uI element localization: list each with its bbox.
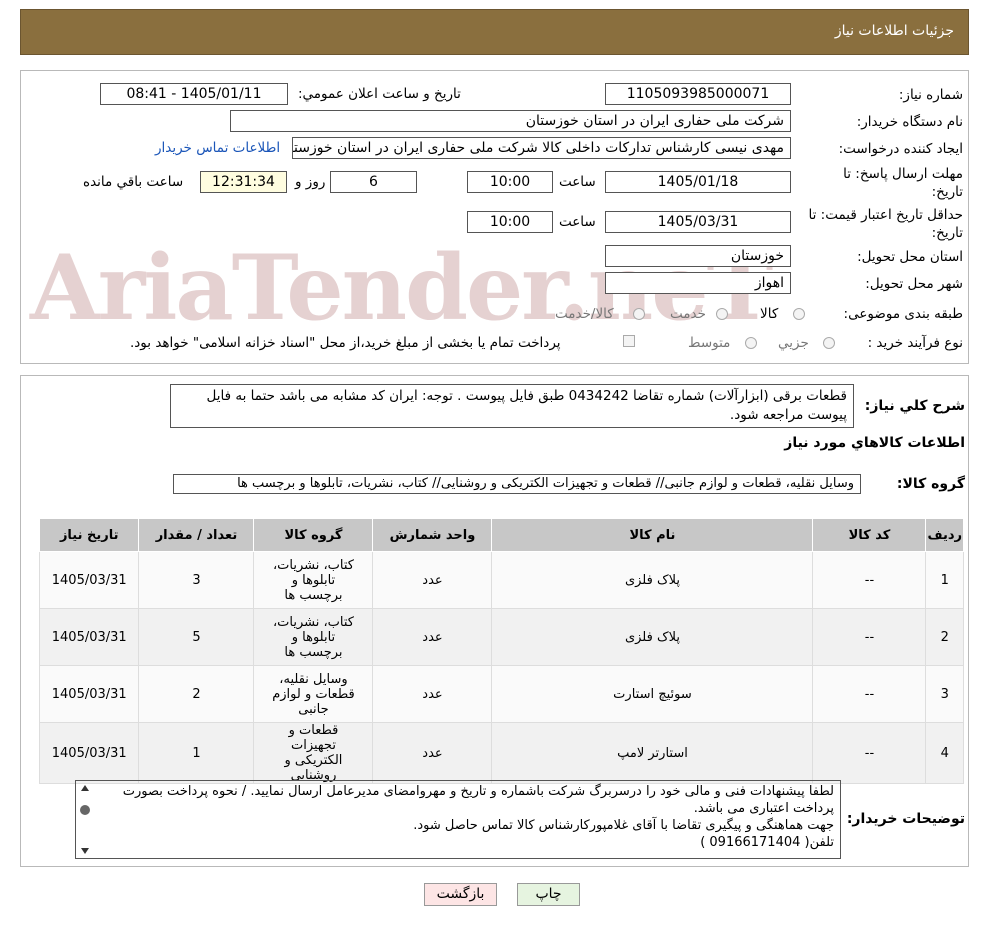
back-button[interactable]: بازگشت [424, 883, 497, 906]
col-row-number: رديف [925, 518, 964, 552]
cell-quantity: 2 [138, 665, 255, 723]
buyer-notes-line: جهت هماهنگی و پیگیری تقاضا با آقای غلامپ… [413, 818, 834, 833]
cell-unit: عدد [372, 665, 493, 723]
cell-row-number: 3 [925, 665, 964, 723]
cell-item-name: پلاک فلزی [491, 608, 814, 666]
category-service-radio[interactable] [716, 308, 728, 320]
buyer-notes-line: تلفن( 09166171404 ) [700, 835, 834, 850]
validity-date-field: 1405/03/31 [605, 211, 791, 233]
cell-row-number: 4 [925, 722, 964, 784]
table-row: 2 -- پلاک فلزی عدد کتاب، نشریات، تابلوها… [38, 608, 964, 666]
table-row: 3 -- سوئیچ استارت عدد وسایل نقلیه، قطعات… [38, 665, 964, 723]
deadline-label: مهلت ارسال پاسخ: تا تاريخ: [843, 166, 963, 200]
table-row: 1 -- پلاک فلزی عدد کتاب، نشریات، تابلوها… [38, 551, 964, 609]
cell-item-name: سوئیچ استارت [491, 665, 814, 723]
deadline-time-field: 10:00 [467, 171, 553, 193]
category-label: طبقه بندی موضوعی: [843, 306, 963, 322]
buyer-notes-label: توضيحات خريدار: [846, 811, 965, 827]
process-minor-radio[interactable] [823, 337, 835, 349]
process-minor-label: جزيي [778, 335, 809, 351]
remaining-time-field: 12:31:34 [200, 171, 287, 193]
cell-group: کتاب، نشریات، تابلوها و برچسب ها [253, 608, 374, 666]
payment-note: پرداخت تمام يا بخشی از مبلغ خريد،از محل … [130, 335, 561, 351]
col-item-name: نام کالا [491, 518, 814, 552]
table-header-row: رديف کد کالا نام کالا واحد شمارش گروه کا… [38, 518, 964, 552]
buyer-notes-line: لطفا پیشنهادات فنی و مالی خود را درسربرگ… [122, 784, 834, 816]
cell-need-date: 1405/03/31 [38, 722, 140, 784]
validity-time-label: ساعت [559, 214, 596, 230]
city-field: اهواز [605, 272, 791, 294]
cell-quantity: 5 [138, 608, 255, 666]
col-group: گروه کالا [253, 518, 374, 552]
deadline-time-label: ساعت [559, 174, 596, 190]
days-field: 6 [330, 171, 417, 193]
cell-group: کتاب، نشریات، تابلوها و برچسب ها [253, 551, 374, 609]
creator-label: ايجاد کننده درخواست: [838, 141, 963, 157]
col-quantity: تعداد / مقدار [138, 518, 255, 552]
category-service-label: خدمت [670, 306, 706, 322]
city-label: شهر محل تحويل: [865, 276, 963, 292]
process-label: نوع فرآيند خريد : [867, 335, 963, 351]
province-field: خوزستان [605, 245, 791, 267]
cell-unit: عدد [372, 608, 493, 666]
buyer-field: شرکت ملی حفاری ایران در استان خوزستان [230, 110, 791, 132]
cell-item-name: استارتر لامپ [491, 722, 814, 784]
need-number-field: 1105093985000071 [605, 83, 791, 105]
need-number-label: شماره نياز: [898, 87, 963, 103]
buyer-notes-textarea[interactable]: لطفا پیشنهادات فنی و مالی خود را درسربرگ… [75, 780, 841, 859]
cell-need-date: 1405/03/31 [38, 608, 140, 666]
scroll-thumb[interactable] [80, 805, 90, 815]
buyer-label: نام دستگاه خريدار: [856, 114, 963, 130]
validity-time-field: 10:00 [467, 211, 553, 233]
goods-info-title: اطلاعات كالاهاي مورد نياز [784, 435, 965, 451]
scroll-down-icon[interactable] [81, 848, 89, 854]
category-goods-radio[interactable] [793, 308, 805, 320]
print-button[interactable]: چاپ [517, 883, 580, 906]
announce-label: تاريخ و ساعت اعلان عمومي: [298, 86, 461, 102]
creator-field: مهدی نیسی کارشناس تدارکات داخلی کالا شرک… [292, 137, 791, 159]
cell-unit: عدد [372, 722, 493, 784]
cell-group: وسایل نقلیه، قطعات و لوازم جانبی [253, 665, 374, 723]
summary-textarea[interactable]: قطعات برقی (ابزارآلات) شماره تقاضا 04342… [170, 384, 854, 428]
cell-need-date: 1405/03/31 [38, 551, 140, 609]
cell-quantity: 3 [138, 551, 255, 609]
cell-row-number: 1 [925, 551, 964, 609]
announce-field: 1405/01/11 - 08:41 [100, 83, 288, 105]
page-title: جزئيات اطلاعات نياز [834, 23, 954, 39]
treasury-checkbox[interactable] [623, 335, 635, 347]
scroll-up-icon[interactable] [81, 785, 89, 791]
cell-item-code: -- [812, 551, 927, 609]
col-item-code: کد کالا [812, 518, 927, 552]
remaining-label: ساعت باقي مانده [83, 174, 184, 190]
cell-item-code: -- [812, 665, 927, 723]
notes-scrollbar[interactable] [78, 783, 92, 856]
group-field: وسایل نقلیه، قطعات و لوازم جانبی// قطعات… [173, 474, 861, 494]
summary-label: شرح كلي نياز: [864, 398, 965, 414]
cell-item-code: -- [812, 608, 927, 666]
validity-label: حداقل تاريخ اعتبار قيمت: تا تاريخ: [808, 207, 963, 241]
province-label: استان محل تحويل: [857, 249, 963, 265]
group-label: گروه كالا: [896, 476, 965, 492]
cell-group: قطعات و تجهیزات الکتریکی و روشنایی [253, 722, 374, 784]
page-header: جزئيات اطلاعات نياز [20, 9, 969, 55]
cell-need-date: 1405/03/31 [38, 665, 140, 723]
process-medium-radio[interactable] [745, 337, 757, 349]
category-both-radio[interactable] [633, 308, 645, 320]
category-goods-label: کالا [760, 306, 779, 322]
contact-info-link[interactable]: اطلاعات تماس خريدار [155, 140, 280, 156]
col-need-date: تاريخ نياز [38, 518, 140, 552]
items-table: رديف کد کالا نام کالا واحد شمارش گروه کا… [38, 518, 964, 784]
cell-quantity: 1 [138, 722, 255, 784]
cell-item-code: -- [812, 722, 927, 784]
cell-unit: عدد [372, 551, 493, 609]
col-unit: واحد شمارش [372, 518, 493, 552]
deadline-date-field: 1405/01/18 [605, 171, 791, 193]
category-both-label: کالا/خدمت [555, 306, 614, 322]
days-label: روز و [295, 174, 326, 190]
cell-item-name: پلاک فلزی [491, 551, 814, 609]
table-row: 4 -- استارتر لامپ عدد قطعات و تجهیزات ال… [38, 722, 964, 784]
process-medium-label: متوسط [688, 335, 731, 351]
cell-row-number: 2 [925, 608, 964, 666]
